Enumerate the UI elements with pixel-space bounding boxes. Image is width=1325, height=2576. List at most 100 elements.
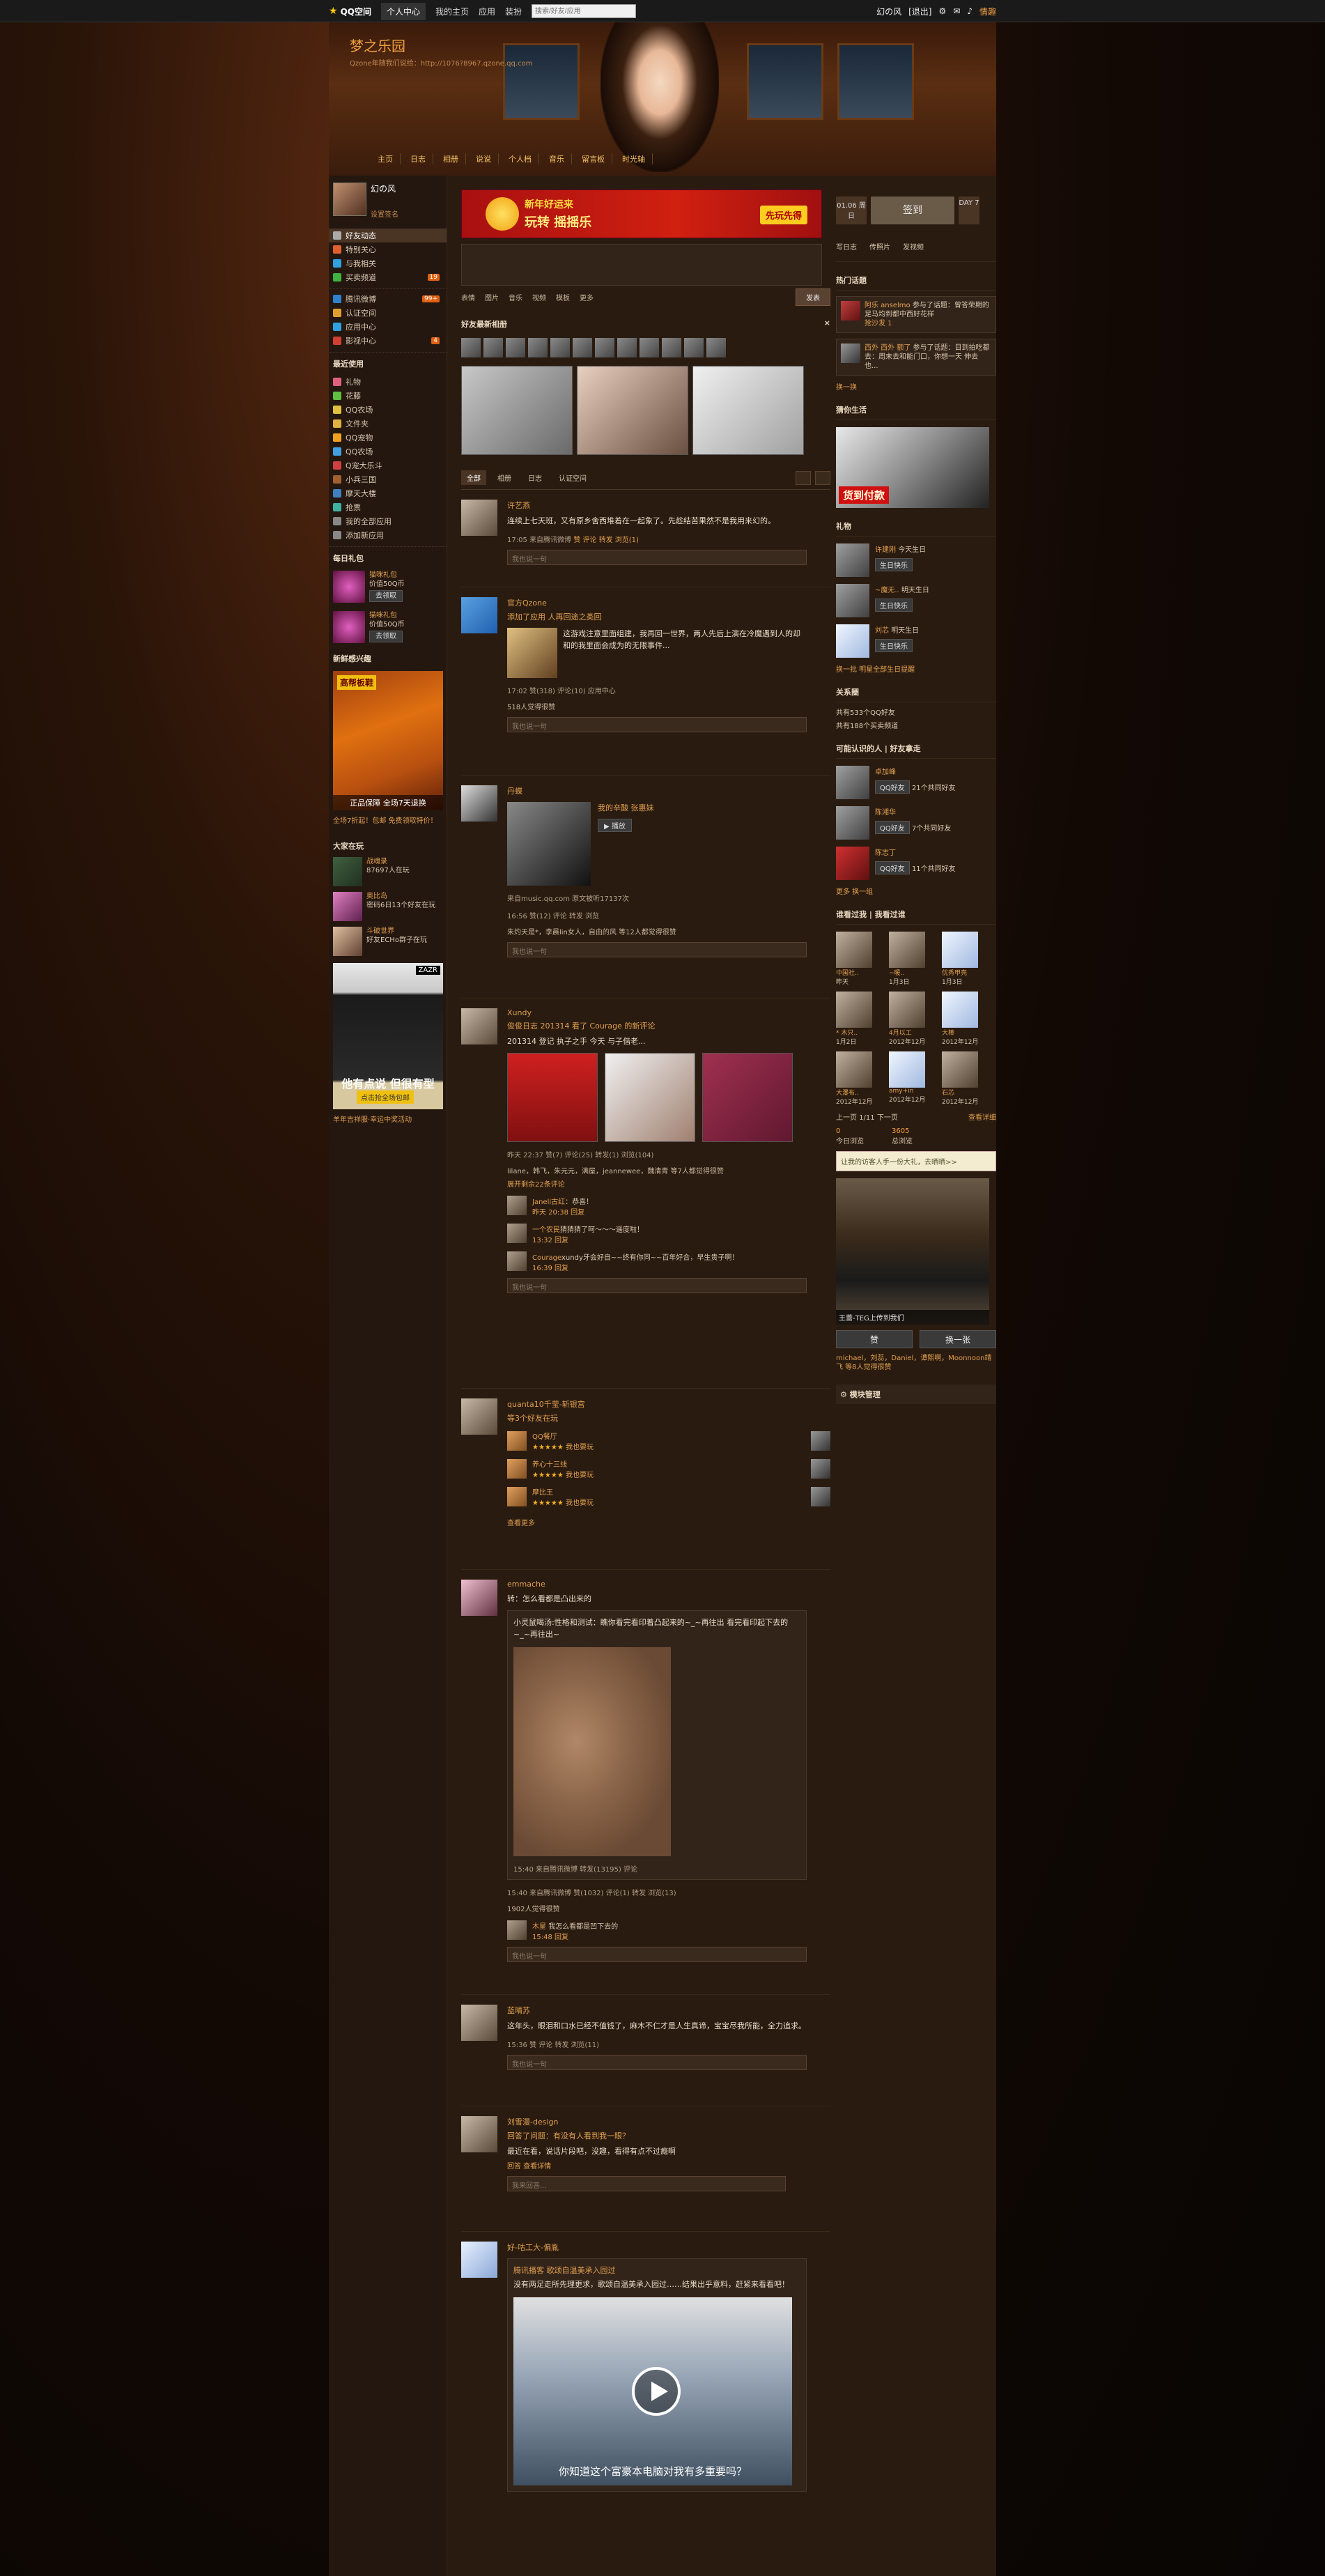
all-apps-link[interactable]: 我的全部应用: [329, 514, 447, 528]
sidebar-item-related[interactable]: 与我相关: [329, 256, 447, 270]
comment-input[interactable]: 我也说一句: [507, 550, 807, 565]
friend-name[interactable]: ~魔无..: [875, 587, 899, 594]
promo-banner[interactable]: 新年好运来 玩转 摇摇乐 先玩先得: [461, 190, 822, 238]
expand-comments-link[interactable]: 展开剩余22条评论: [507, 1178, 830, 1189]
sidebar-item-feed[interactable]: 好友动态: [329, 229, 447, 242]
nav-item[interactable]: 相册: [436, 153, 466, 164]
add-friend-button[interactable]: QQ好友: [875, 861, 910, 874]
tab-blog[interactable]: 日志: [522, 470, 548, 485]
visitor-item[interactable]: * 木只.. 1月2日: [836, 992, 885, 1046]
like-link[interactable]: 赞: [573, 537, 580, 544]
visitor-item[interactable]: 中国社.. 昨天: [836, 932, 885, 986]
mail-icon[interactable]: ✉: [953, 6, 960, 16]
friend-thumb[interactable]: [662, 338, 681, 357]
space-url[interactable]: Qzone年随我们说给：http://1076?8967.qzone.qq.co…: [350, 57, 532, 68]
avatar[interactable]: [461, 2242, 497, 2278]
feed-author[interactable]: quanta10千莹-斩银宫: [507, 1398, 830, 1410]
likes-text[interactable]: lilane，韩飞，朱元元，满屋，jeannewee，魏清青 等7人都觉得很赞: [507, 1165, 830, 1175]
play-too-link[interactable]: 我也要玩: [566, 1444, 594, 1451]
play-too-link[interactable]: 我也要玩: [566, 1499, 594, 1507]
avatar[interactable]: [836, 806, 869, 840]
recent-app[interactable]: 小兵三国: [329, 472, 447, 486]
qq-friends-count[interactable]: 共有533个QQ好友: [836, 707, 996, 717]
app-icon[interactable]: [507, 1431, 527, 1451]
video-player[interactable]: 你知道这个富豪本电脑对我有多重要吗？: [513, 2297, 792, 2485]
tab-apps[interactable]: 应用: [479, 6, 495, 17]
reply-link[interactable]: 昨天 20:38 回复: [532, 1206, 593, 1217]
likes-text[interactable]: 朱灼天是*，李晨lin女人，自由的风 等12人都觉得很赞: [507, 926, 830, 936]
tab-personal-center[interactable]: 个人中心: [380, 2, 426, 20]
trade-count[interactable]: 共有188个买卖频道: [836, 720, 996, 730]
recent-app[interactable]: QQ农场: [329, 403, 447, 417]
gift-image[interactable]: [333, 571, 365, 603]
avatar[interactable]: [461, 500, 497, 536]
answer-input[interactable]: 我来回答...: [507, 2176, 786, 2191]
comment-input[interactable]: 我也说一句: [507, 2055, 807, 2070]
sidebar-item-trade[interactable]: 买卖频道 19: [329, 270, 447, 284]
next-photo-button[interactable]: 换一张: [920, 1330, 996, 1348]
add-friend-button[interactable]: QQ好友: [875, 821, 910, 834]
like-button[interactable]: 赞: [836, 1330, 913, 1348]
friend-name[interactable]: 卓加峰: [875, 766, 956, 776]
avatar[interactable]: [461, 1008, 497, 1044]
friend-name[interactable]: 陈湘华: [875, 806, 951, 817]
recent-app[interactable]: 抢票: [329, 500, 447, 514]
friend-thumb[interactable]: [640, 338, 659, 357]
friend-thumb[interactable]: [550, 338, 570, 357]
settings-icon[interactable]: [815, 470, 830, 485]
visitor-item[interactable]: 石芯 2012年12月: [942, 1051, 991, 1106]
template-button[interactable]: 模板: [556, 292, 570, 302]
song-title[interactable]: 我的辛酸 张惠妹: [598, 802, 654, 813]
visitor-item[interactable]: 优秀甲壳 1月3日: [942, 932, 991, 986]
visitor-item[interactable]: 大棒 2012年12月: [942, 992, 991, 1046]
friend-name[interactable]: 刘芯: [875, 627, 889, 635]
play-icon[interactable]: [632, 2367, 681, 2416]
visitor-item[interactable]: 4月以工 2012年12月: [889, 992, 938, 1046]
feed-author[interactable]: emmache: [507, 1580, 830, 1589]
topic-author[interactable]: 西外 西外 额了: [865, 344, 911, 352]
post-video-button[interactable]: 发视频: [903, 241, 924, 252]
qzone-logo[interactable]: ★ QQ空间: [329, 6, 371, 17]
gift-image[interactable]: [333, 611, 365, 643]
nav-item[interactable]: 说说: [469, 153, 499, 164]
nav-item[interactable]: 个人档: [502, 153, 539, 164]
album-photo[interactable]: [692, 366, 804, 455]
feed-author[interactable]: 许艺燕: [507, 500, 830, 511]
comment-input[interactable]: 我也说一句: [507, 942, 807, 957]
video-button[interactable]: 视频: [532, 292, 546, 302]
avatar[interactable]: [461, 1580, 497, 1616]
tab-decorate[interactable]: 装扮: [505, 6, 522, 17]
feed-action[interactable]: 添加了应用 人再回途之类回: [507, 611, 830, 622]
write-blog-button[interactable]: 写日志: [836, 241, 857, 252]
see-more-link[interactable]: 查看更多: [507, 1517, 830, 1527]
gift-more-link[interactable]: 换一批 明星全部生日提醒: [836, 663, 996, 674]
refresh-icon[interactable]: [796, 470, 811, 485]
banner-button[interactable]: 先玩先得: [759, 206, 807, 224]
app-name[interactable]: 摩比王: [532, 1486, 594, 1497]
feed-image[interactable]: [702, 1053, 793, 1142]
visitor-pager[interactable]: 上一页 1/11 下一页: [836, 1111, 898, 1122]
avatar[interactable]: [836, 847, 869, 880]
app-image[interactable]: [507, 628, 557, 678]
emoji-button[interactable]: 表情: [461, 292, 475, 302]
module-button[interactable]: ⚙ 模块管理: [836, 1385, 996, 1404]
avatar[interactable]: [461, 785, 497, 822]
tab-my-home[interactable]: 我的主页: [435, 6, 469, 17]
comment-input[interactable]: 我也说一句: [507, 717, 807, 732]
visitor-tip[interactable]: 让我的访客人手一份大礼，去晒晒>>: [836, 1151, 996, 1171]
avatar[interactable]: [836, 766, 869, 799]
search-input[interactable]: [532, 4, 637, 18]
tab-verified[interactable]: 认证空间: [553, 470, 592, 485]
sidebar-item-verified[interactable]: 认证空间: [329, 306, 447, 320]
avatar[interactable]: [507, 1251, 527, 1271]
avatar[interactable]: [507, 1224, 527, 1243]
recent-app[interactable]: Q宠大乐斗: [329, 458, 447, 472]
recent-app[interactable]: 花藤: [329, 389, 447, 403]
comment-author[interactable]: Courage: [532, 1254, 561, 1262]
play-button[interactable]: ▶ 播放: [598, 819, 632, 832]
feed-image[interactable]: [605, 1053, 695, 1142]
forward-title[interactable]: 腾讯播客 歌颂自温美承入园过: [513, 2265, 800, 2276]
tab-all[interactable]: 全部: [461, 470, 486, 485]
friend-thumb[interactable]: [706, 338, 726, 357]
friend-thumb[interactable]: [506, 338, 525, 357]
